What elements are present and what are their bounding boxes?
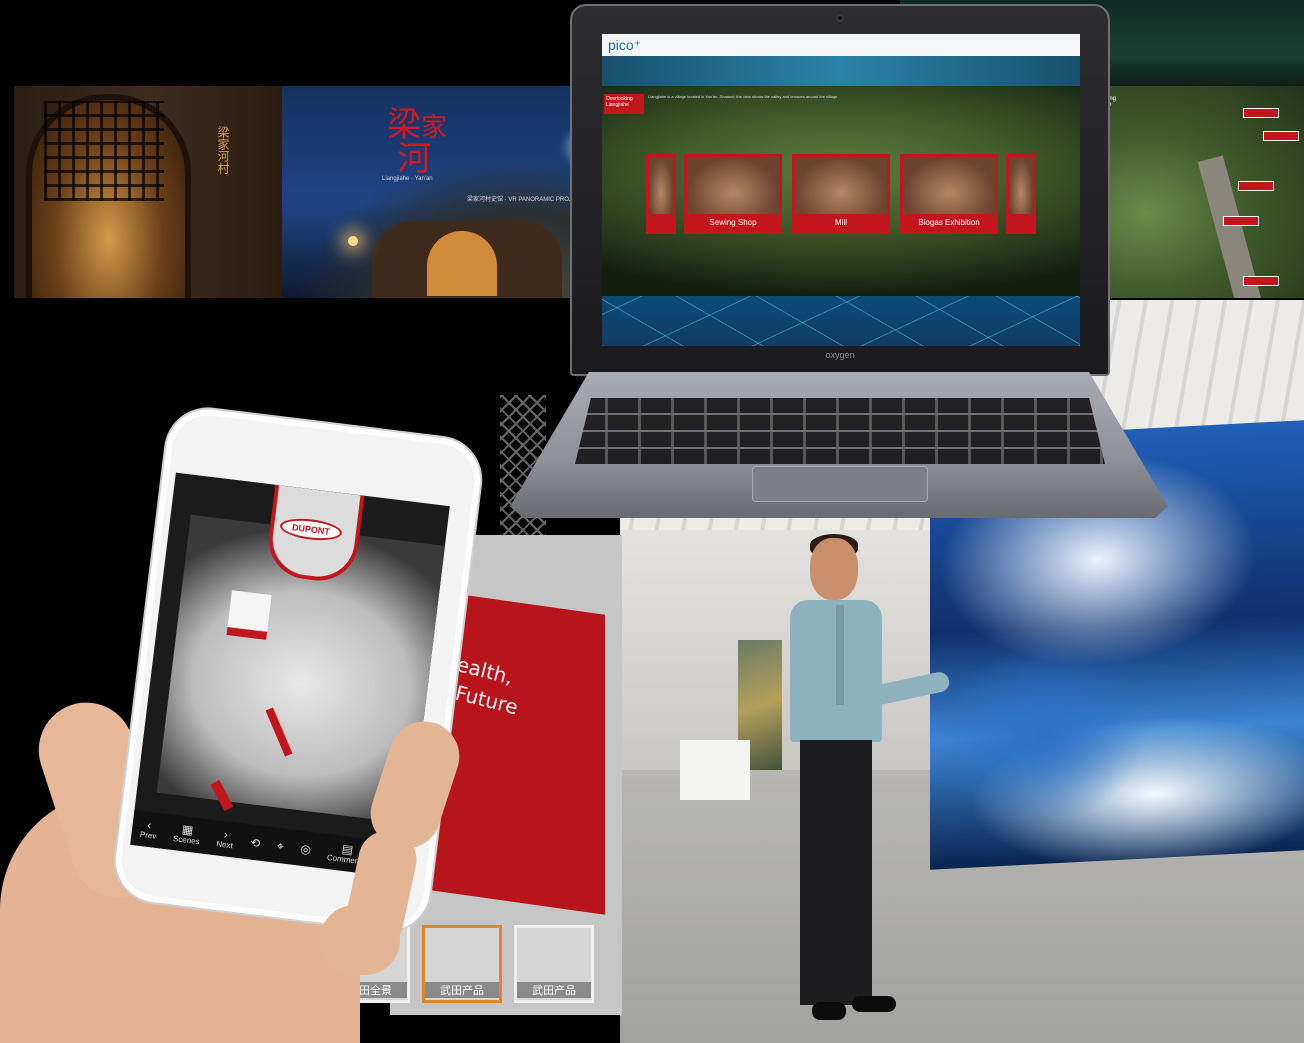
screen-banner: [602, 56, 1080, 86]
vr-glasses-icon: ◎: [299, 841, 312, 857]
toolbar-label: Scenes: [172, 834, 201, 847]
screen-brand: pico⁺: [608, 37, 642, 53]
scene-thumbnail[interactable]: Mill: [792, 154, 890, 234]
keyboard-row-divider: [575, 447, 1105, 449]
night-village-photo: 梁家 河 Liangjiahe · Yan'an 梁家河村史馆 · VR PAN…: [282, 86, 602, 298]
scene-label: Sewing Shop: [687, 214, 779, 231]
rotate-icon: ⟲: [249, 834, 262, 851]
lit-doorway: [427, 231, 497, 296]
night-caption: 梁家河村史馆 · VR PANORAMIC PROJECT: [467, 197, 584, 203]
booth-thumbnail[interactable]: 武田产品: [422, 925, 502, 1003]
panorama-description: Liangjiahe is a village located in Yan'a…: [648, 94, 839, 99]
map-pin[interactable]: [1243, 276, 1279, 286]
toolbar-scenes-button[interactable]: ▦ Scenes: [173, 822, 202, 846]
keyboard-row-divider: [575, 430, 1105, 432]
toolbar-label: Prev: [139, 829, 157, 841]
laptop-keyboard[interactable]: [575, 398, 1105, 464]
booth-thumbnail[interactable]: 武田产品: [514, 925, 594, 1003]
keyboard-row-divider: [575, 413, 1105, 415]
presenter-shoe-right: [852, 996, 896, 1012]
cave-sign: 梁家河村: [216, 126, 230, 174]
scene-image: [903, 157, 995, 217]
scene-image: [649, 157, 673, 217]
scene-label: Biogas Exhibition: [903, 214, 995, 231]
laptop-trackpad[interactable]: [752, 466, 928, 502]
scene-thumbnail[interactable]: [1006, 154, 1036, 234]
presenter-head: [810, 538, 858, 600]
presenter-pants: [800, 740, 872, 1005]
chevron-right-icon: ›: [222, 827, 229, 842]
presenter-tie: [836, 605, 844, 705]
scene-label: [649, 214, 673, 231]
toolbar-label: Next: [215, 839, 234, 851]
scene-label: [1009, 214, 1033, 231]
panorama-title: Overlooking Liangjiahe: [604, 94, 644, 114]
screen-header: pico⁺: [602, 34, 1080, 56]
location-pin-icon: ⌖: [276, 838, 285, 853]
map-pin[interactable]: [1223, 216, 1259, 226]
scene-image: [795, 157, 887, 217]
presenter-shoe-left: [812, 1002, 846, 1020]
night-title: 梁家 河: [387, 108, 477, 176]
lattice-window: [44, 101, 164, 201]
display-pedestal: [680, 740, 750, 800]
aerial-valley-photo: Overlooking Liangjiahe: [1078, 86, 1304, 298]
network-graphic: [602, 296, 1080, 346]
toolbar-vr-button[interactable]: ◎: [299, 841, 312, 857]
night-subtitle: Liangjiahe · Yan'an: [382, 176, 433, 182]
toolbar-rotate-button[interactable]: ⟲: [249, 834, 262, 851]
scene-label: Mill: [795, 214, 887, 231]
map-pin[interactable]: [1263, 131, 1299, 141]
booth-thumbnail-label: 武田产品: [517, 982, 591, 998]
laptop-brand: oxygen: [825, 350, 855, 360]
toolbar-prev-button[interactable]: ‹ Prev: [139, 818, 158, 841]
scene-thumbnail[interactable]: [646, 154, 676, 234]
toolbar-next-button[interactable]: › Next: [216, 827, 235, 850]
scene-image: [687, 157, 779, 217]
map-pin[interactable]: [1238, 181, 1274, 191]
cave-dwelling-photo: 梁家河村: [14, 86, 282, 298]
chevron-left-icon: ‹: [146, 817, 153, 833]
scene-image: [1009, 157, 1033, 217]
scene-thumbnail[interactable]: Biogas Exhibition: [900, 154, 998, 234]
booth-kiosk: [226, 590, 272, 640]
toolbar-location-button[interactable]: ⌖: [276, 838, 285, 853]
webcam-icon: [836, 14, 844, 22]
hand-finger: [320, 905, 400, 975]
map-pin[interactable]: [1243, 108, 1279, 118]
title-char: 河: [397, 139, 431, 179]
scene-thumbnail[interactable]: Sewing Shop: [684, 154, 782, 234]
booth-thumbnail-label: 武田产品: [425, 982, 499, 998]
street-lamp: [348, 236, 358, 246]
laptop-screen: pico⁺ Overlooking Liangjiahe Liangjiahe …: [602, 34, 1080, 346]
